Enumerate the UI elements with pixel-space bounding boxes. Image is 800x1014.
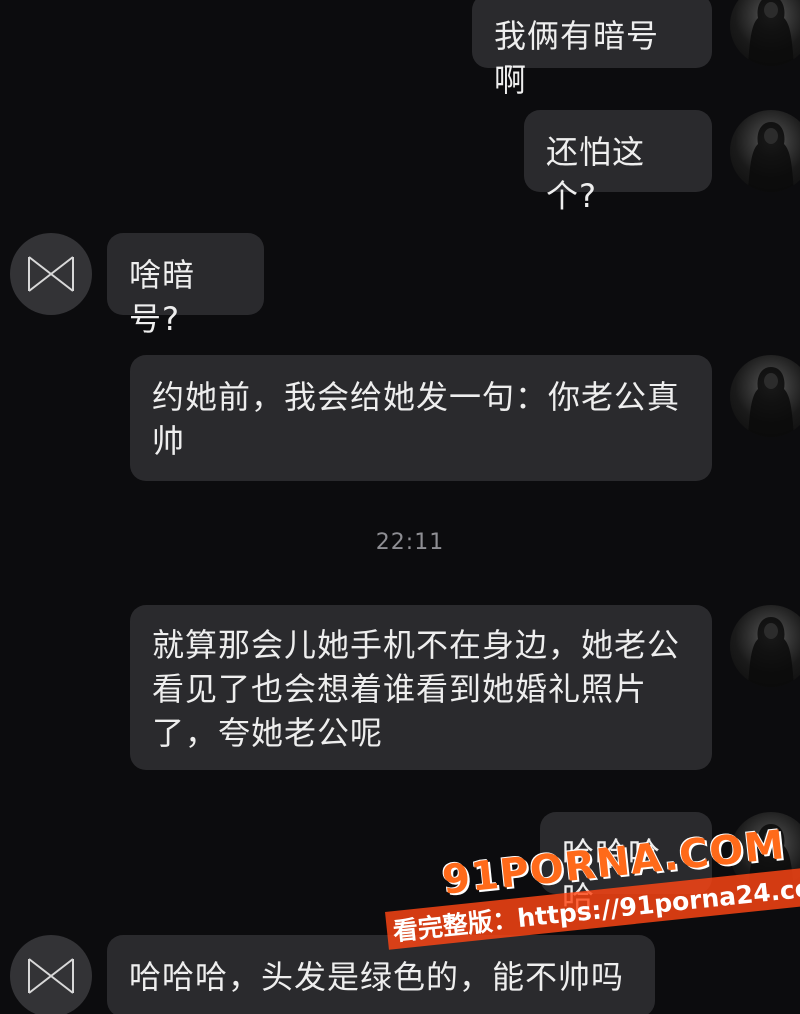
message-text: 啥暗号? <box>129 256 196 338</box>
hooded-figure-icon <box>748 367 794 437</box>
chat-window: 我俩有暗号啊 还怕这个? 啥暗号? 约她前，我会给她发一句：你老公真帅 22:1… <box>0 0 800 1014</box>
avatar-other[interactable] <box>10 233 92 315</box>
message-text: 就算那会儿她手机不在身边，她老公看见了也会想着谁看到她婚礼照片了，夸她老公呢 <box>152 626 681 752</box>
message-bubble-outgoing[interactable]: 就算那会儿她手机不在身边，她老公看见了也会想着谁看到她婚礼照片了，夸她老公呢 <box>130 605 712 770</box>
bowtie-logo-icon <box>28 958 74 994</box>
avatar-me[interactable] <box>730 355 800 437</box>
hooded-figure-icon <box>748 0 794 66</box>
bowtie-logo-icon <box>28 256 74 292</box>
message-text: 哈哈哈，头发是绿色的，能不帅吗 <box>129 958 625 996</box>
avatar-me[interactable] <box>730 0 800 66</box>
message-bubble-outgoing[interactable]: 我俩有暗号啊 <box>472 0 712 99</box>
message-bubble-incoming[interactable]: 哈哈哈，头发是绿色的，能不帅吗 <box>107 935 655 1014</box>
hooded-figure-icon <box>748 122 794 192</box>
message-text: 还怕这个? <box>546 133 646 215</box>
hooded-figure-icon <box>748 617 794 687</box>
message-text: 我俩有暗号啊 <box>494 17 660 99</box>
avatar-me[interactable] <box>730 110 800 192</box>
avatar-other[interactable] <box>10 935 92 1014</box>
message-text: 约她前，我会给她发一句：你老公真帅 <box>152 378 681 460</box>
timestamp: 22:11 <box>375 530 445 555</box>
message-bubble-incoming[interactable]: 啥暗号? <box>107 233 264 338</box>
message-bubble-outgoing[interactable]: 约她前，我会给她发一句：你老公真帅 <box>130 355 712 481</box>
message-bubble-outgoing[interactable]: 还怕这个? <box>524 110 712 215</box>
avatar-me[interactable] <box>730 605 800 687</box>
